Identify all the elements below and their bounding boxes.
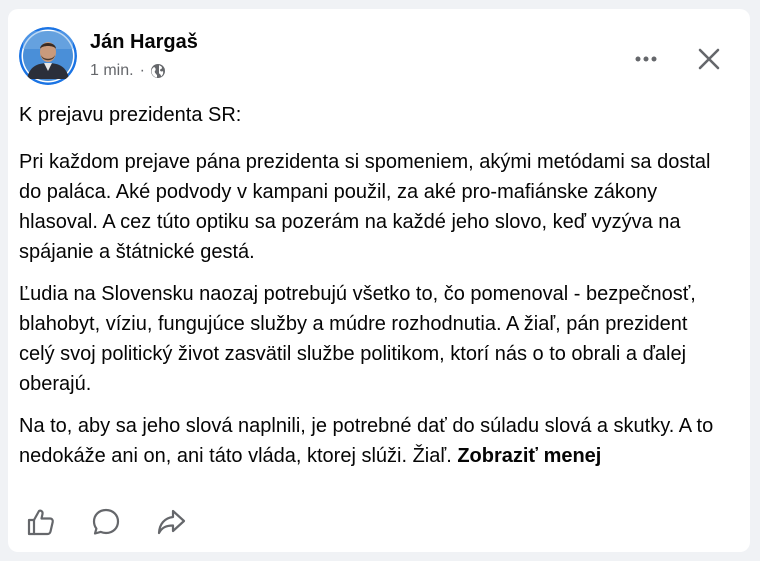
post-meta: 1 min. · (90, 62, 166, 80)
globe-icon[interactable] (150, 63, 166, 79)
more-horizontal-icon (635, 56, 657, 62)
avatar-image (19, 27, 77, 85)
meta-separator: · (139, 62, 145, 79)
share-button[interactable] (154, 505, 188, 539)
post-header: Ján Hargaš 1 min. · (19, 27, 730, 87)
share-icon (157, 509, 186, 535)
like-button[interactable] (24, 505, 58, 539)
comment-button[interactable] (89, 505, 123, 539)
post-paragraph: Ľudia na Slovensku naozaj potrebujú všet… (19, 283, 696, 395)
post-text: K prejavu prezidenta SR: Pri každom prej… (19, 100, 719, 483)
show-less-link[interactable]: Zobraziť menej (457, 445, 601, 467)
close-button[interactable] (691, 41, 727, 77)
post-paragraph-last: Na to, aby sa jeho slová naplnili, je po… (19, 411, 719, 471)
comment-icon (92, 508, 120, 535)
post-paragraph: Pri každom prejave pána prezidenta si sp… (19, 151, 711, 263)
post-paragraph: K prejavu prezidenta SR: (19, 104, 242, 126)
avatar[interactable] (19, 27, 77, 85)
post-actions (24, 505, 219, 539)
post-card: Ján Hargaš 1 min. · K prejavu prezidenta… (8, 9, 750, 552)
post-time[interactable]: 1 min. (90, 62, 134, 80)
author-name[interactable]: Ján Hargaš (90, 31, 198, 54)
thumbs-up-icon (27, 509, 54, 536)
close-icon (698, 48, 720, 70)
more-options-button[interactable] (628, 41, 664, 77)
post-paragraph-text: Na to, aby sa jeho slová naplnili, je po… (19, 415, 714, 467)
